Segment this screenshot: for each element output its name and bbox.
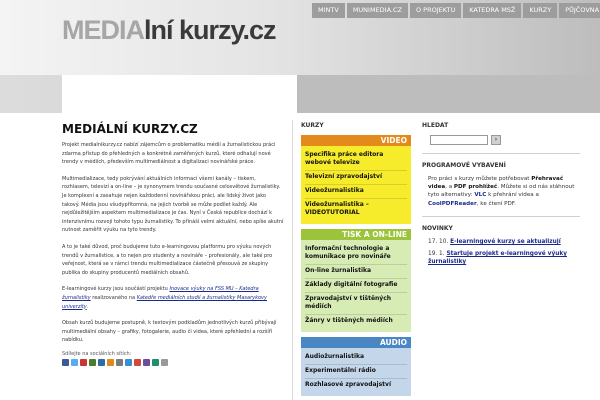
category-video: VIDEO Specifika práce editora webové tel… <box>301 135 411 224</box>
software-text-1: Pro práci s kurzy můžete potřebovat <box>428 176 532 182</box>
news-link[interactable]: E-learningové kurzy se aktualizují <box>450 239 561 245</box>
course-link[interactable]: Televizní zpravodajství <box>305 171 407 185</box>
share-icon[interactable] <box>125 358 132 366</box>
share-icon[interactable] <box>80 358 87 366</box>
share-icon[interactable] <box>89 358 96 366</box>
multimedia-paragraph: Multimedializace, tedy pokrývání aktuáln… <box>62 175 284 234</box>
share-icon[interactable] <box>107 358 114 366</box>
course-link[interactable]: Rozhlasové zpravodajství <box>305 379 407 392</box>
category-list-print-online: Informační technologie a komunikace pro … <box>301 240 411 332</box>
sidebar-separator <box>422 153 580 154</box>
right-sidebar: HLEDAT › PROGRAMOVÉ VYBAVENÍ Pro práci s… <box>422 122 580 270</box>
share-icon[interactable] <box>134 358 141 366</box>
site-header: MEDIAlní kurzy.cz MINTV MUNIMEDIA.CZ O P… <box>0 0 600 75</box>
course-link[interactable]: On-line žurnalistika <box>305 265 407 279</box>
intro-paragraph: Projekt medialnikurzy.cz nabízí zájemcům… <box>62 142 276 166</box>
course-link[interactable]: Základy digitální fotografie <box>305 279 407 293</box>
news-item: 19. 1. Startuje projekt e-learningové vý… <box>428 250 580 266</box>
project-paragraph: E-learningové kurzy jsou součástí projek… <box>62 285 284 311</box>
share-icon[interactable] <box>143 358 150 366</box>
logo-suffix: lní kurzy.cz <box>144 15 277 45</box>
coolpdfreader-link[interactable]: CoolPDFReader <box>428 201 477 207</box>
category-header-audio: AUDIO <box>301 337 411 348</box>
vlc-link[interactable]: VLC <box>474 192 486 198</box>
search-label: HLEDAT <box>422 122 449 129</box>
logo-prefix: MEDIA <box>62 15 145 45</box>
software-text-5: , ke čtení PDF. <box>476 200 516 207</box>
nav-item-department[interactable]: KATEDRA MSŽ <box>463 3 522 18</box>
news-link[interactable]: Startuje projekt e-learningové výuky žur… <box>428 251 567 265</box>
site-logo[interactable]: MEDIAlní kurzy.cz <box>62 15 277 46</box>
sidebar-separator <box>422 215 580 217</box>
project-text-start: E-learningové kurzy jsou součástí projek… <box>62 286 170 293</box>
software-label: PROGRAMOVÉ VYBAVENÍ <box>422 162 506 169</box>
top-navigation: MINTV MUNIMEDIA.CZ O PROJEKTU KATEDRA MS… <box>312 3 600 18</box>
nav-item-about[interactable]: O PROJEKTU <box>410 3 462 18</box>
software-text-2: , a <box>445 184 454 191</box>
category-list-video: Specifika práce editora webové televize … <box>301 146 411 224</box>
content-paragraph: Obsah kurzů budujeme postupně, k textový… <box>62 320 277 344</box>
category-audio: AUDIO Audiožurnalistika Experimentální r… <box>301 337 411 396</box>
share-icon[interactable] <box>152 358 159 366</box>
main-content: MEDIÁLNÍ KURZY.CZ Projekt medialnikurzy.… <box>62 122 284 366</box>
share-icon[interactable] <box>161 358 168 366</box>
project-text-end: . <box>86 303 89 310</box>
category-header-video: VIDEO <box>301 135 411 146</box>
course-link[interactable]: Audiožurnalistika <box>305 351 407 365</box>
platform-paragraph: A to je také důvod, proč budujeme tuto e… <box>62 243 273 276</box>
software-text: Pro práci s kurzy můžete potřebovat Přeh… <box>428 175 580 208</box>
nav-item-munimedia[interactable]: MUNIMEDIA.CZ <box>346 3 408 18</box>
news-label: NOVINKY <box>422 224 453 232</box>
course-link[interactable]: Experimentální rádio <box>305 365 407 379</box>
search-input[interactable] <box>430 135 488 145</box>
search-button[interactable]: › <box>491 135 501 145</box>
project-text-mid: realizovaného na <box>90 294 137 301</box>
band-white-panel <box>62 75 297 113</box>
courses-column: KURZY VIDEO Specifika práce editora webo… <box>301 122 411 396</box>
news-item: 17. 10. E-learningové kurzy se aktualizu… <box>428 238 580 246</box>
nav-item-courses[interactable]: KURZY <box>523 3 558 18</box>
nav-item-mintv[interactable]: MINTV <box>312 3 345 18</box>
header-band <box>0 75 600 113</box>
category-header-print-online: TISK A ON-LINE <box>301 229 411 240</box>
search-box: › <box>430 135 580 145</box>
category-print-online: TISK A ON-LINE Informační technologie a … <box>301 229 411 332</box>
share-icon[interactable] <box>98 358 105 366</box>
band-gray-panel <box>297 75 600 113</box>
news-date: 17. 10. <box>428 238 449 245</box>
course-link[interactable]: Specifika práce editora webové televize <box>305 149 407 171</box>
share-label: Sdílejte na sociálních sítích: <box>62 350 132 357</box>
course-link[interactable]: Informační technologie a komunikace pro … <box>305 243 407 265</box>
course-link[interactable]: Zpravodajství v tištěných médiích <box>305 293 407 315</box>
page-title: MEDIÁLNÍ KURZY.CZ <box>62 122 198 136</box>
course-link[interactable]: Žánry v tištěných médiích <box>305 315 407 328</box>
courses-label: KURZY <box>301 122 324 129</box>
share-icon[interactable] <box>62 358 69 366</box>
category-list-audio: Audiožurnalistika Experimentální rádio R… <box>301 348 411 396</box>
share-icon[interactable] <box>71 358 78 366</box>
column-divider <box>292 120 293 400</box>
news-date: 19. 1. <box>428 250 445 257</box>
course-link[interactable]: Videožurnalistika <box>305 185 407 199</box>
nav-item-av-rental[interactable]: PŮJČOVNA AV <box>559 3 600 18</box>
pdf-viewer-name: PDF prohlížeč <box>453 184 498 191</box>
course-link[interactable]: Videožurnalistika – VIDEOTUTORIAL <box>305 199 407 220</box>
share-icons <box>62 358 284 366</box>
software-text-4: k přehrání videa a <box>486 192 539 199</box>
share-icon[interactable] <box>116 358 123 366</box>
